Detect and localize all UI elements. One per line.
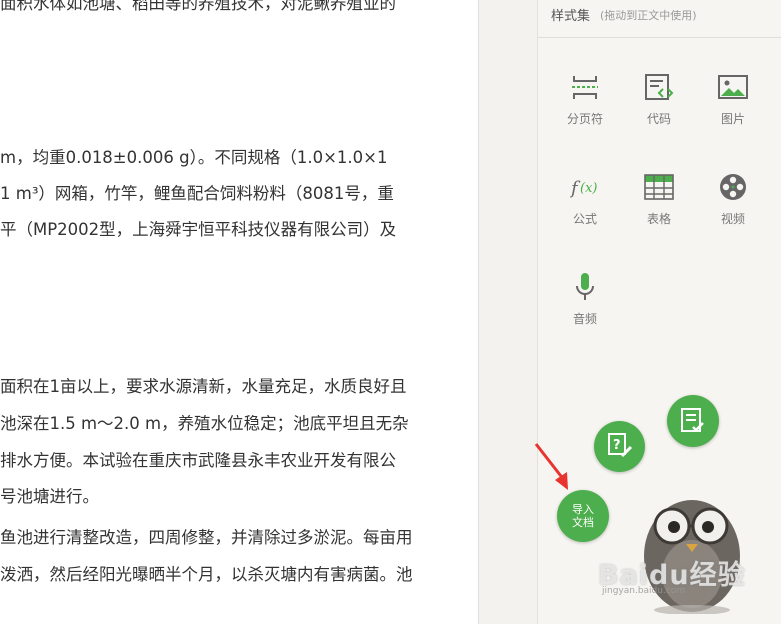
editor-gutter bbox=[478, 0, 537, 624]
doc-line: 面积在1亩以上，要求水源清新，水量充足，水质良好且 bbox=[0, 377, 407, 396]
doc-line: 面积水体如池塘、稻田等的养殖技术，对泥鳅养殖业的 bbox=[0, 0, 396, 13]
doc-line: 池深在1.5 m～2.0 m，养殖水位稳定；池底平坦且无杂 bbox=[0, 414, 409, 433]
panel-subtitle: (拖动到正文中使用) bbox=[600, 9, 697, 22]
formula-icon: f (x) bbox=[569, 178, 597, 199]
code-icon bbox=[645, 74, 674, 100]
question-edit-icon: ? bbox=[608, 433, 633, 458]
tool-video[interactable]: 视频 bbox=[698, 172, 768, 242]
pointer-arrow bbox=[534, 443, 568, 490]
svg-text:?: ? bbox=[613, 438, 621, 453]
import-label-line2: 文档 bbox=[572, 516, 594, 529]
tool-label: 代码 bbox=[646, 112, 671, 126]
tool-audio[interactable]: 音频 bbox=[550, 272, 620, 342]
doc-line: 泼洒，然后经阳光曝晒半个月，以杀灭塘内有害病菌。池 bbox=[0, 565, 413, 584]
svg-text:(x): (x) bbox=[580, 181, 597, 196]
import-document-button[interactable]: 导入 文档 bbox=[557, 490, 609, 542]
tool-label: 图片 bbox=[720, 112, 745, 126]
tool-table[interactable]: 表格 bbox=[624, 172, 694, 242]
doc-line: 号池塘进行。 bbox=[0, 487, 99, 506]
checklist-button[interactable] bbox=[667, 395, 719, 447]
tool-formula[interactable]: f (x) 公式 bbox=[550, 172, 620, 242]
document-content[interactable]: 面积水体如池塘、稻田等的养殖技术，对泥鳅养殖业的 m，均重0.018±0.006… bbox=[0, 0, 478, 624]
tool-label: 公式 bbox=[572, 212, 597, 226]
doc-line: 1 m³）网箱，竹竿，鲤鱼配合饲料粉料（8081号，重 bbox=[0, 184, 394, 203]
microphone-icon bbox=[576, 273, 594, 300]
tool-label: 分页符 bbox=[566, 112, 603, 126]
baidu-watermark: Baidu经验 jingyan.baidu.com bbox=[598, 553, 778, 597]
question-edit-button[interactable]: ? bbox=[594, 421, 645, 472]
page-break-icon bbox=[572, 76, 598, 99]
doc-line: 排水方便。本试验在重庆市武隆县永丰农业开发有限公 bbox=[0, 451, 396, 470]
tool-label: 表格 bbox=[646, 212, 671, 226]
doc-line: 平（MP2002型，上海舜宇恒平科技仪器有限公司）及 bbox=[0, 220, 397, 239]
video-icon bbox=[720, 174, 746, 200]
checklist-icon bbox=[681, 408, 704, 432]
tool-image[interactable]: 图片 bbox=[698, 72, 768, 142]
tool-code[interactable]: 代码 bbox=[624, 72, 694, 142]
doc-line: 鱼池进行清整改造，四周修整，并清除过多淤泥。每亩用 bbox=[0, 528, 413, 547]
watermark-url: jingyan.baidu.com bbox=[602, 586, 686, 596]
image-icon bbox=[718, 75, 748, 99]
tool-label: 视频 bbox=[720, 212, 745, 226]
import-label-line1: 导入 bbox=[572, 503, 594, 516]
tool-page-break[interactable]: 分页符 bbox=[550, 72, 620, 142]
panel-header: 样式集 (拖动到正文中使用) bbox=[538, 0, 781, 38]
table-icon bbox=[644, 174, 674, 200]
tool-label: 音频 bbox=[572, 312, 597, 326]
panel-title: 样式集 bbox=[551, 9, 591, 24]
doc-line: m，均重0.018±0.006 g）。不同规格（1.0×1.0×1 bbox=[0, 148, 388, 167]
